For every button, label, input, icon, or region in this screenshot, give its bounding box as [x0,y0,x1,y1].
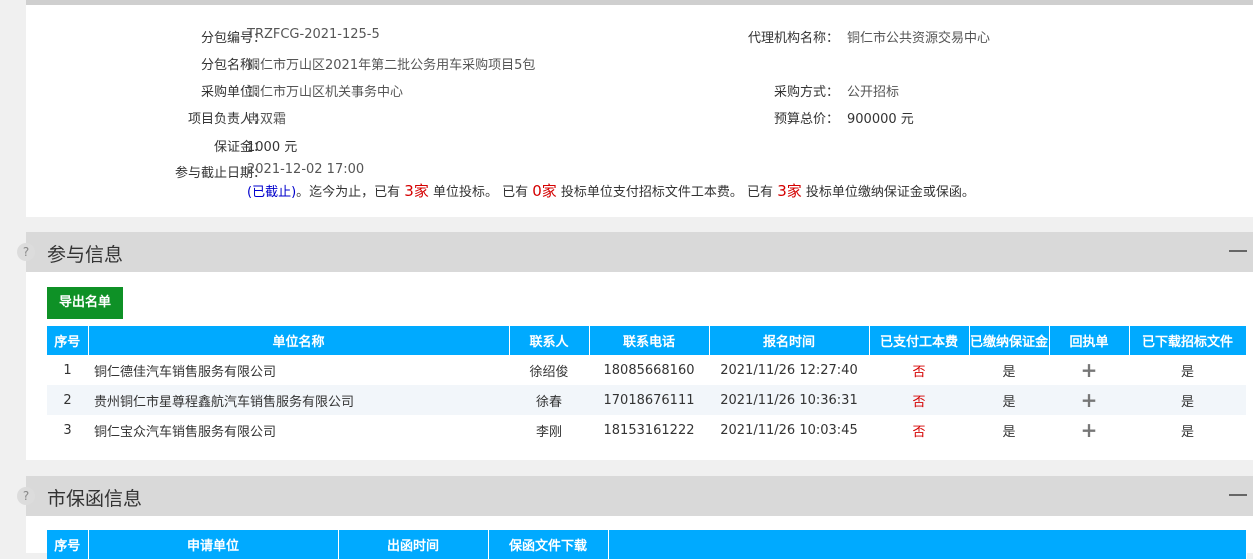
collapse-icon[interactable] [1229,494,1247,496]
row-downloaded: 是 [1180,364,1194,380]
fee-paid-count: 0家 [532,182,557,200]
package-info-panel: 分包编号： TRZFCG-2021-125-5 代理机构名称： 铜仁市公共资源交… [26,5,1253,217]
participation-section-body: 导出名单 序号 单位名称 联系人 联系电话 报名时间 已支付工本费 已缴纳保证金… [26,272,1253,460]
guarantee-section-header[interactable]: ? 市保函信息 [17,476,1253,516]
row-deposit-paid: 是 [1002,364,1016,380]
col-header-contact: 联系人 [509,326,590,355]
budget-label: 预算总价： [773,112,839,127]
row-receipt: + [1049,415,1129,445]
help-icon[interactable]: ? [17,487,35,505]
col-header-issue-time: 出函时间 [338,530,489,559]
guarantee-table: 序号 申请单位 出函时间 保函文件下载 [47,530,1247,559]
row-register-time: 2021/11/26 12:27:40 [720,362,858,378]
plus-icon[interactable]: + [1081,388,1098,412]
guarantee-title: 市保函信息 [47,488,143,510]
row-unit-name: 贵州铜仁市星尊程鑫航汽车销售服务有限公司 [88,385,509,415]
plus-icon[interactable]: + [1081,418,1098,442]
row-no: 2 [47,385,88,415]
status-text-1: 。迄今为止，已有 [296,185,405,200]
plus-icon[interactable]: + [1081,358,1098,382]
participation-title: 参与信息 [47,244,124,266]
package-name-value: 铜仁市万山区2021年第二批公务用车采购项目5包 [247,58,536,73]
method-value: 公开招标 [847,85,900,100]
table-header-row: 序号 申请单位 出函时间 保函文件下载 [47,530,1247,559]
row-phone: 17018676111 [589,385,709,415]
status-text-4: 投标单位缴纳保证金或保函。 [801,185,975,200]
row-register-time: 2021/11/26 10:03:45 [720,422,858,438]
col-header-downloaded: 已下载招标文件 [1129,326,1247,355]
row-deposit-paid: 是 [1002,424,1016,440]
collapse-icon[interactable] [1229,250,1247,252]
row-receipt: + [1049,385,1129,415]
row-phone: 18153161222 [603,422,695,438]
row-no: 3 [63,422,72,438]
col-header-receipt: 回执单 [1049,326,1130,355]
bidders-count: 3家 [404,182,429,200]
bid-status-line: (已截止)。迄今为止，已有 3家 单位投标。 已有 0家 投标单位支付招标文件工… [247,180,975,201]
col-header-no: 序号 [47,530,89,559]
col-header-fee-paid: 已支付工本费 [869,326,970,355]
col-header-applicant: 申请单位 [88,530,339,559]
agency-value: 铜仁市公共资源交易中心 [847,31,991,46]
row-downloaded: 是 [1129,385,1246,415]
row-contact: 李刚 [535,424,562,440]
method-label: 采购方式： [773,85,839,100]
col-header-blank [608,530,1247,559]
buyer-value: 铜仁市万山区机关事务中心 [247,85,404,100]
row-unit-name: 铜仁宝众汽车销售服务有限公司 [94,424,277,440]
manager-value: 冉双霜 [247,112,287,127]
row-register-time: 2021/11/26 10:36:31 [709,385,869,415]
row-contact: 徐春 [509,385,589,415]
participation-section-header[interactable]: ? 参与信息 [17,232,1253,272]
row-fee-paid: 否 [912,364,926,380]
deposit-paid-count: 3家 [777,182,802,200]
agency-label: 代理机构名称： [747,31,839,46]
package-number-value: TRZFCG-2021-125-5 [247,27,380,42]
row-unit-name: 铜仁德佳汽车销售服务有限公司 [94,364,277,380]
row-fee-paid: 否 [869,385,969,415]
table-row: 1 铜仁德佳汽车销售服务有限公司 徐绍俊 18085668160 2021/11… [47,355,1246,385]
deadline-value: 2021-12-02 17:00 [247,162,365,177]
participants-table: 序号 单位名称 联系人 联系电话 报名时间 已支付工本费 已缴纳保证金 回执单 … [47,326,1247,445]
row-receipt: + [1049,355,1129,385]
row-contact: 徐绍俊 [529,364,569,380]
row-downloaded: 是 [1180,424,1194,440]
row-no: 1 [63,362,72,378]
col-header-unit-name: 单位名称 [88,326,510,355]
status-text-3: 投标单位支付招标文件工本费。 已有 [556,185,778,200]
status-text-2: 单位投标。 已有 [428,185,533,200]
row-phone: 18085668160 [603,362,695,378]
closed-status: (已截止) [247,185,297,200]
export-list-button[interactable]: 导出名单 [47,287,123,319]
col-header-phone: 联系电话 [589,326,710,355]
col-header-deposit-paid: 已缴纳保证金 [969,326,1050,355]
col-header-file-download: 保函文件下载 [488,530,609,559]
table-row: 3 铜仁宝众汽车销售服务有限公司 李刚 18153161222 2021/11/… [47,415,1246,445]
deposit-value: 1000 元 [247,140,298,155]
budget-value: 900000 元 [847,112,914,127]
col-header-no: 序号 [47,326,89,355]
col-header-register-time: 报名时间 [709,326,870,355]
row-fee-paid: 否 [912,424,926,440]
table-row: 2 贵州铜仁市星尊程鑫航汽车销售服务有限公司 徐春 17018676111 20… [47,385,1246,415]
table-header-row: 序号 单位名称 联系人 联系电话 报名时间 已支付工本费 已缴纳保证金 回执单 … [47,326,1247,355]
row-deposit-paid: 是 [969,385,1049,415]
help-icon[interactable]: ? [17,243,35,261]
guarantee-section-body: 序号 申请单位 出函时间 保函文件下载 [26,516,1253,559]
